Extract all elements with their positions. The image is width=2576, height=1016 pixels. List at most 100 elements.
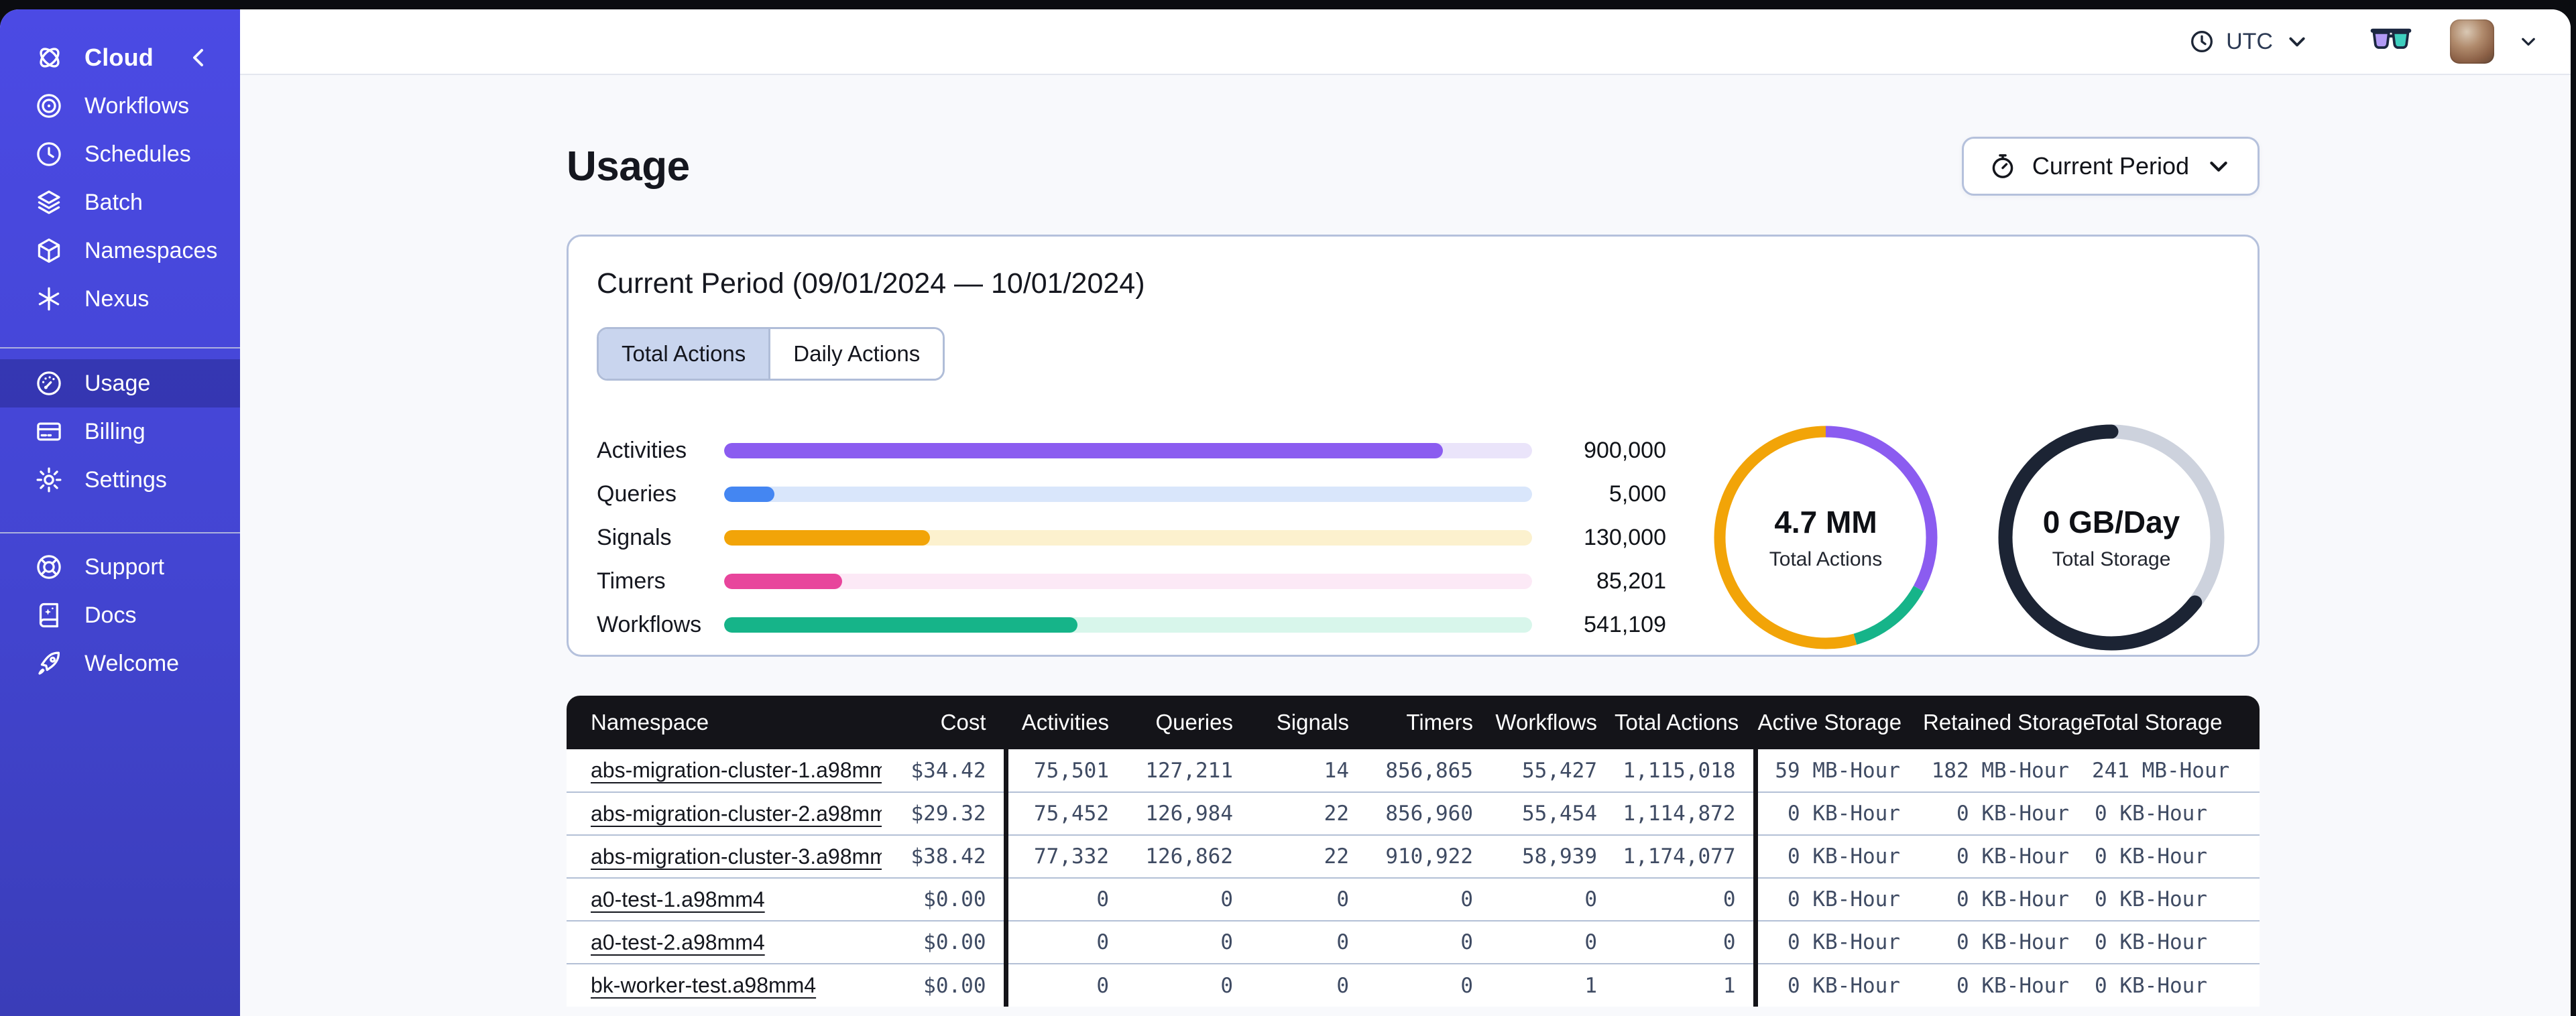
sidebar-nav-main: Workflows Schedules Batch Namespaces Nexus: [0, 82, 240, 323]
cell-total_storage: 0 KB-Hour: [2092, 791, 2260, 835]
bar-label: Activities: [597, 437, 687, 463]
cell-total_storage: 0 KB-Hour: [2092, 963, 2260, 1007]
cell-activities: 75,452: [1003, 791, 1126, 835]
period-selector-button[interactable]: Current Period: [1961, 137, 2260, 196]
bar-row-workflows: Workflows 541,109: [597, 612, 1666, 637]
namespace-link[interactable]: abs-migration-cluster-1.a98mm4: [591, 758, 882, 782]
summary-donuts: 4.7 MM Total Actions 0 GB/Day Total Storag…: [1708, 420, 2229, 655]
cell-total_actions: 1,115,018: [1615, 749, 1755, 792]
actions-bar-chart: Activities 900,000 Queries 5,000 Signals 130,…: [597, 438, 1666, 637]
tab-total-actions[interactable]: Total Actions: [599, 329, 771, 379]
total-storage-donut: 0 GB/Day Total Storage: [1993, 420, 2229, 655]
cell-total_actions: 1,174,077: [1615, 834, 1755, 878]
usage-card-title: Current Period (09/01/2024 — 10/01/2024): [597, 267, 1145, 300]
table-header-row: Namespace Cost Activities Queries Signals Tim…: [567, 696, 2260, 749]
column-header-activities: Activities: [1003, 696, 1126, 749]
cell-timers: 910,922: [1366, 834, 1490, 878]
column-header-total_storage: Total Storage: [2092, 696, 2260, 749]
cell-namespace: a0-test-2.a98mm4: [567, 920, 882, 964]
support-icon: [34, 552, 64, 582]
sidebar-item-namespaces[interactable]: Namespaces: [0, 227, 240, 275]
bar-label: Queries: [597, 481, 677, 507]
sidebar-item-workflows[interactable]: Workflows: [0, 82, 240, 130]
sidebar-item-schedules[interactable]: Schedules: [0, 130, 240, 178]
settings-icon: [34, 464, 64, 495]
sidebar-item-label: Usage: [84, 370, 151, 396]
sidebar-item-billing[interactable]: Billing: [0, 407, 240, 456]
glasses-icon[interactable]: [2369, 25, 2412, 58]
namespaces-icon: [34, 235, 64, 266]
cell-total_actions: 1: [1615, 963, 1755, 1007]
cell-cost: $38.42: [882, 834, 1006, 878]
cell-namespace: bk-worker-test.a98mm4: [567, 963, 882, 1007]
cell-total_actions: 0: [1615, 877, 1755, 921]
timezone-selector[interactable]: UTC: [2188, 28, 2310, 55]
cell-namespace: abs-migration-cluster-1.a98mm4: [567, 749, 882, 792]
donut-value: 4.7 MM: [1774, 505, 1877, 539]
cell-queries: 127,211: [1126, 749, 1250, 792]
cell-queries: 126,862: [1126, 834, 1250, 878]
sidebar: Cloud Workflows Schedules Batch Namespaces N…: [0, 9, 240, 1016]
topbar: UTC: [240, 9, 2571, 75]
bar-value: 900,000: [1584, 437, 1666, 463]
cell-timers: 856,960: [1366, 791, 1490, 835]
bar-row-activities: Activities 900,000: [597, 438, 1666, 463]
cell-total_storage: 0 KB-Hour: [2092, 920, 2260, 964]
main-area: UTC Usage Current Period Current Period …: [240, 9, 2571, 1016]
cell-queries: 0: [1126, 920, 1250, 964]
donut-label: Total Actions: [1769, 548, 1883, 570]
clock-icon: [2188, 28, 2215, 55]
cell-active_storage: 0 KB-Hour: [1753, 791, 1923, 835]
billing-icon: [34, 416, 64, 447]
bar-value: 85,201: [1596, 568, 1666, 594]
cell-namespace: abs-migration-cluster-3.a98mm4: [567, 834, 882, 878]
sidebar-item-batch[interactable]: Batch: [0, 178, 240, 227]
cell-activities: 0: [1003, 963, 1126, 1007]
usage-icon: [34, 368, 64, 399]
workflows-icon: [34, 90, 64, 121]
welcome-icon: [34, 648, 64, 679]
sidebar-collapse-button[interactable]: [182, 42, 215, 74]
donut-value: 0 GB/Day: [2042, 505, 2180, 539]
cell-total_actions: 0: [1615, 920, 1755, 964]
sidebar-item-nexus[interactable]: Nexus: [0, 275, 240, 323]
brand-label: Cloud: [84, 44, 154, 71]
cell-workflows: 55,454: [1490, 791, 1615, 835]
table-row: a0-test-2.a98mm4 $0.00 0 0 0 0 0 0 0 KB-Hour 0 KB…: [567, 920, 2260, 964]
actions-tabs: Total Actions Daily Actions: [597, 327, 945, 381]
bar-label: Signals: [597, 524, 672, 550]
sidebar-item-usage[interactable]: Usage: [0, 359, 240, 407]
user-avatar[interactable]: [2450, 19, 2494, 64]
sidebar-item-label: Nexus: [84, 285, 150, 312]
sidebar-item-label: Welcome: [84, 650, 180, 676]
cell-activities: 75,501: [1003, 749, 1126, 792]
cell-total_storage: 241 MB-Hour: [2092, 749, 2260, 792]
cell-timers: 0: [1366, 920, 1490, 964]
cell-workflows: 55,427: [1490, 749, 1615, 792]
namespace-usage-table: Namespace Cost Activities Queries Signals Tim…: [567, 696, 2260, 1007]
cell-active_storage: 0 KB-Hour: [1753, 963, 1923, 1007]
tab-daily-actions[interactable]: Daily Actions: [770, 329, 943, 379]
bar-value: 541,109: [1584, 611, 1666, 637]
namespace-link[interactable]: bk-worker-test.a98mm4: [591, 973, 816, 997]
namespace-link[interactable]: abs-migration-cluster-2.a98mm4: [591, 802, 882, 826]
stopwatch-icon: [1988, 151, 2017, 181]
cell-activities: 0: [1003, 877, 1126, 921]
column-header-cost: Cost: [882, 696, 1006, 749]
bar-label: Workflows: [597, 611, 702, 637]
sidebar-item-docs[interactable]: Docs: [0, 591, 240, 639]
sidebar-item-welcome[interactable]: Welcome: [0, 639, 240, 688]
user-menu-chevron-down-icon[interactable]: [2517, 30, 2540, 53]
sidebar-item-label: Namespaces: [84, 237, 218, 263]
sidebar-item-settings[interactable]: Settings: [0, 456, 240, 504]
namespace-link[interactable]: abs-migration-cluster-3.a98mm4: [591, 844, 882, 869]
column-header-total_actions: Total Actions: [1615, 696, 1755, 749]
sidebar-item-support[interactable]: Support: [0, 543, 240, 591]
namespace-link[interactable]: a0-test-2.a98mm4: [591, 930, 765, 954]
nexus-icon: [34, 283, 64, 314]
cell-cost: $0.00: [882, 963, 1006, 1007]
bar-value: 5,000: [1608, 481, 1666, 507]
namespace-link[interactable]: a0-test-1.a98mm4: [591, 887, 765, 911]
cell-active_storage: 0 KB-Hour: [1753, 877, 1923, 921]
cell-timers: 0: [1366, 877, 1490, 921]
